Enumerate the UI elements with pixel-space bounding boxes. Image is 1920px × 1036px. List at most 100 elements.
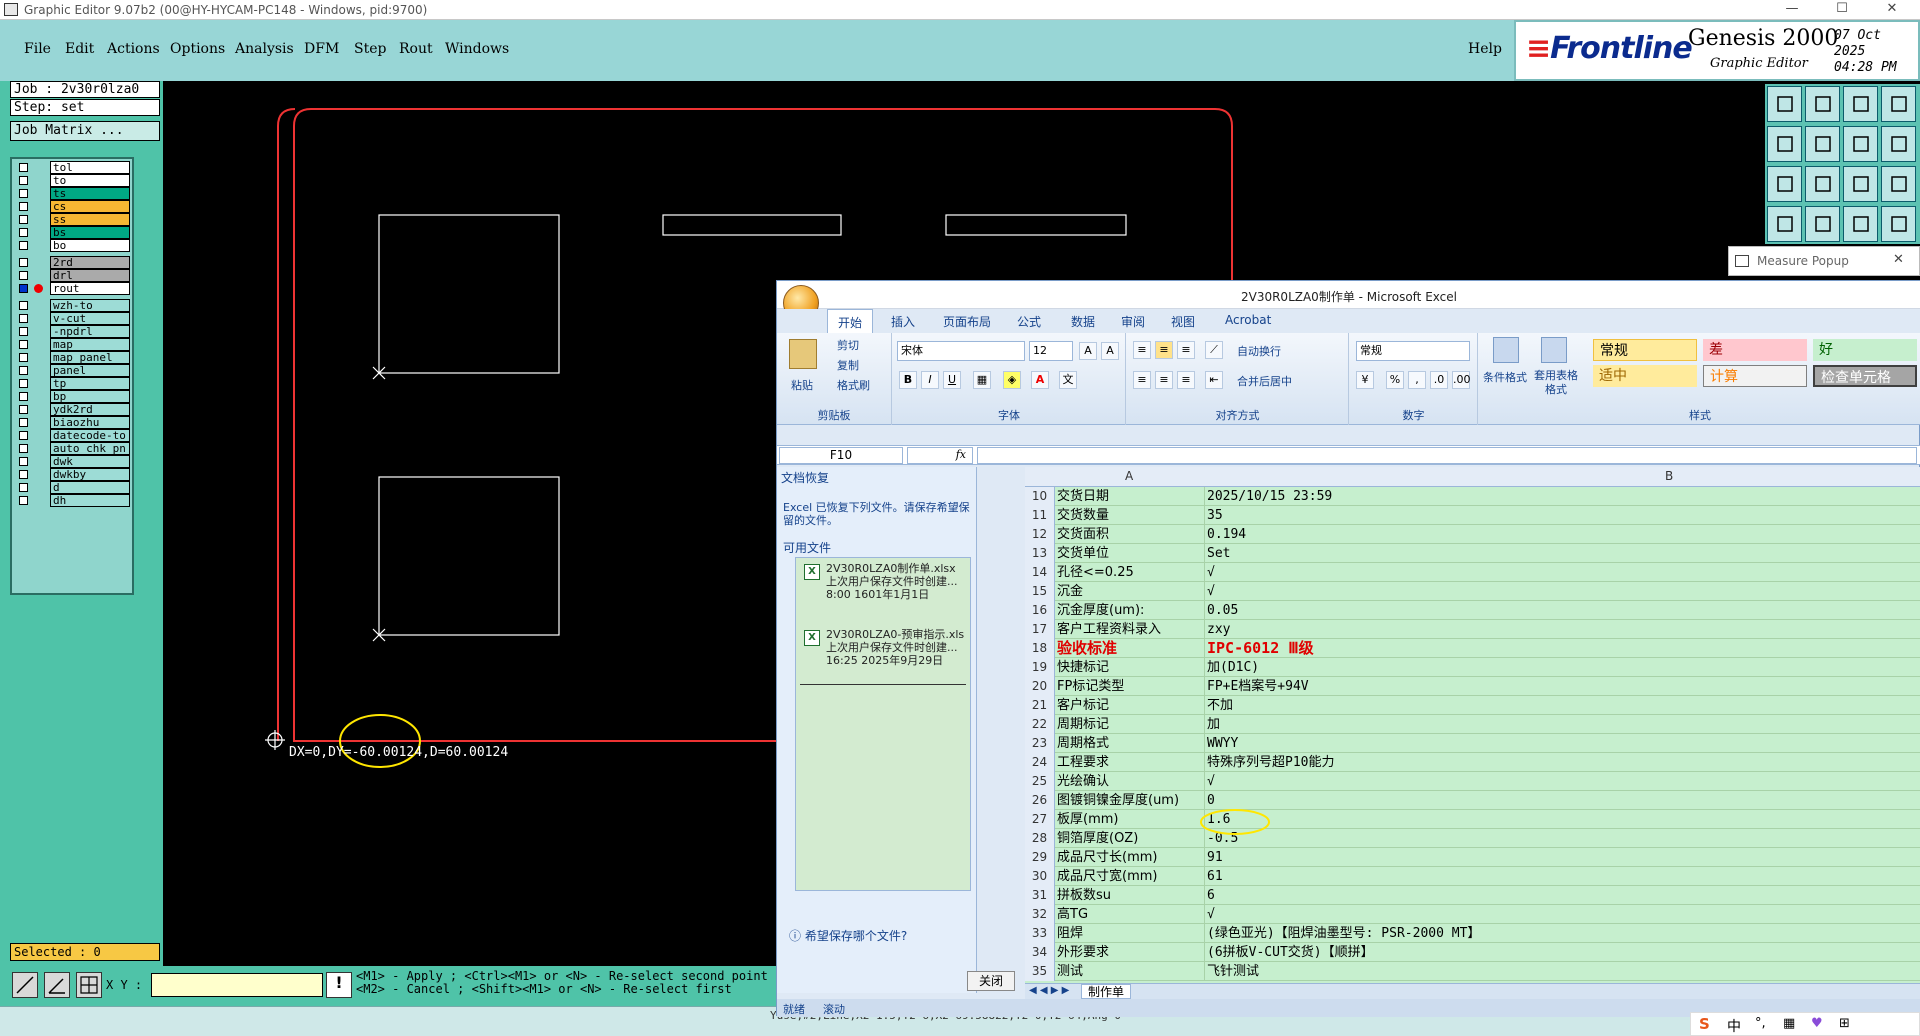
layer-checkbox[interactable] (19, 258, 28, 267)
row-number[interactable]: 29 (1025, 848, 1055, 867)
cell-a[interactable]: 测试 (1057, 962, 1205, 981)
layer-checkbox[interactable] (19, 241, 28, 250)
layer-ts[interactable]: ts (14, 187, 134, 200)
table-format-button[interactable]: 套用表格格式 (1529, 369, 1583, 397)
phonetic-icon[interactable]: 文 (1059, 371, 1077, 389)
skin-icon[interactable]: ♥ (1811, 1016, 1823, 1031)
cell-b[interactable]: WWYY (1207, 734, 1907, 753)
fit-icon[interactable] (1767, 166, 1802, 202)
cell-a[interactable]: 验收标准 (1057, 639, 1205, 658)
cell-a[interactable]: 快捷标记 (1057, 658, 1205, 677)
measure-popup-close[interactable]: ✕ (1893, 252, 1904, 267)
row-number[interactable]: 23 (1025, 734, 1055, 753)
layer-rout[interactable]: rout (14, 282, 134, 295)
probe-icon[interactable] (1805, 206, 1840, 242)
exclaim-button[interactable]: ! (326, 972, 352, 998)
arrow-right-icon[interactable] (1805, 126, 1840, 162)
layer-ss[interactable]: ss (14, 213, 134, 226)
layer-checkbox[interactable] (19, 457, 28, 466)
paste-button[interactable]: 粘贴 (791, 377, 813, 393)
layer-auto_chk_pn[interactable]: auto_chk_pn (14, 442, 134, 455)
layer-cs[interactable]: cs (14, 200, 134, 213)
row-number[interactable]: 25 (1025, 772, 1055, 791)
layer-checkbox[interactable] (19, 271, 28, 280)
upload-icon[interactable] (1767, 86, 1802, 122)
formula-input[interactable] (977, 447, 1917, 464)
cell-a[interactable]: 孔径<=0.25 (1057, 563, 1205, 582)
layer-checkbox[interactable] (19, 496, 28, 505)
layer-to[interactable]: to (14, 174, 134, 187)
copy-icon[interactable] (1881, 86, 1916, 122)
align-right-icon[interactable]: ≡ (1177, 371, 1195, 389)
layer-checkbox[interactable] (19, 301, 28, 310)
row-number[interactable]: 34 (1025, 943, 1055, 962)
row-number[interactable]: 15 (1025, 582, 1055, 601)
layer-checkbox[interactable] (19, 418, 28, 427)
layer-checkbox[interactable] (19, 483, 28, 492)
cell-a[interactable]: 客户标记 (1057, 696, 1205, 715)
cell-a[interactable]: FP标记类型 (1057, 677, 1205, 696)
style-calc[interactable]: 计算 (1703, 365, 1807, 387)
cell-b[interactable]: √ (1207, 905, 1907, 924)
cell-b[interactable]: √ (1207, 582, 1907, 601)
menu-actions[interactable]: Actions (107, 41, 160, 57)
tool-angle-icon[interactable] (44, 972, 70, 998)
cell-b[interactable]: -0.5 (1207, 829, 1907, 848)
layer-panel[interactable]: panel (14, 364, 134, 377)
cell-b[interactable]: 0.05 (1207, 601, 1907, 620)
cell-b[interactable]: zxy (1207, 620, 1907, 639)
row-number[interactable]: 18 (1025, 639, 1055, 658)
row-number[interactable]: 19 (1025, 658, 1055, 677)
layer-checkbox[interactable] (19, 228, 28, 237)
cell-b[interactable]: 0 (1207, 791, 1907, 810)
cell-b[interactable]: 61 (1207, 867, 1907, 886)
pan-icon[interactable] (1805, 166, 1840, 202)
cell-a[interactable]: 交货单位 (1057, 544, 1205, 563)
menu-file[interactable]: File (24, 41, 51, 57)
cell-b[interactable]: 飞针测试 (1207, 962, 1907, 981)
number-format-select[interactable]: 常规 (1356, 341, 1470, 361)
row-number[interactable]: 35 (1025, 962, 1055, 981)
cell-a[interactable]: 光绘确认 (1057, 772, 1205, 791)
menu-windows[interactable]: Windows (445, 41, 509, 57)
layer-2rd[interactable]: 2rd (14, 256, 134, 269)
cell-a[interactable]: 高TG (1057, 905, 1205, 924)
copy-button[interactable]: 复制 (837, 357, 859, 373)
sheet-tab[interactable]: 制作单 (1081, 984, 1132, 999)
xy-input[interactable] (151, 973, 323, 997)
keyboard-icon[interactable]: ▦ (1783, 1016, 1795, 1031)
layer-checkbox[interactable] (19, 202, 28, 211)
ratio-icon[interactable] (1843, 166, 1878, 202)
row-number[interactable]: 30 (1025, 867, 1055, 886)
layer-checkbox[interactable] (19, 392, 28, 401)
layer-checkbox[interactable] (19, 470, 28, 479)
currency-icon[interactable]: ¥ (1356, 371, 1374, 389)
style-bad[interactable]: 差 (1703, 339, 1807, 361)
layer-checkbox[interactable] (19, 366, 28, 375)
graph2-icon[interactable] (1881, 206, 1916, 242)
ribbon-tab-2[interactable]: 页面布局 (943, 313, 991, 330)
split-icon[interactable] (1843, 126, 1878, 162)
tool-grid-icon[interactable] (76, 972, 102, 998)
cell-b[interactable]: 6 (1207, 886, 1907, 905)
layer-biaozhu[interactable]: biaozhu (14, 416, 134, 429)
cell-a[interactable]: 交货数量 (1057, 506, 1205, 525)
cell-a[interactable]: 阻焊 (1057, 924, 1205, 943)
fx-button[interactable]: fx (907, 447, 973, 464)
row-number[interactable]: 14 (1025, 563, 1055, 582)
download-icon[interactable] (1805, 86, 1840, 122)
row-number[interactable]: 33 (1025, 924, 1055, 943)
cell-a[interactable]: 沉金厚度(um): (1057, 601, 1205, 620)
ribbon-tab-6[interactable]: 视图 (1171, 313, 1195, 330)
layer-d[interactable]: d (14, 481, 134, 494)
decrease-indent-icon[interactable]: ⇤ (1205, 371, 1223, 389)
arrow-left-icon[interactable] (1767, 126, 1802, 162)
layer-ydk2rd[interactable]: ydk2rd (14, 403, 134, 416)
ribbon-tab-3[interactable]: 公式 (1017, 313, 1041, 330)
layer-drl[interactable]: drl (14, 269, 134, 282)
layer-checkbox[interactable] (19, 431, 28, 440)
percent-button[interactable]: % (1386, 371, 1404, 389)
layer-checkbox[interactable] (19, 189, 28, 198)
align-top-icon[interactable]: ≡ (1133, 341, 1151, 359)
recovery-file-2[interactable]: 2V30R0LZA0-预审指示.xls 上次用户保存文件时创建... 16:25… (826, 628, 968, 667)
